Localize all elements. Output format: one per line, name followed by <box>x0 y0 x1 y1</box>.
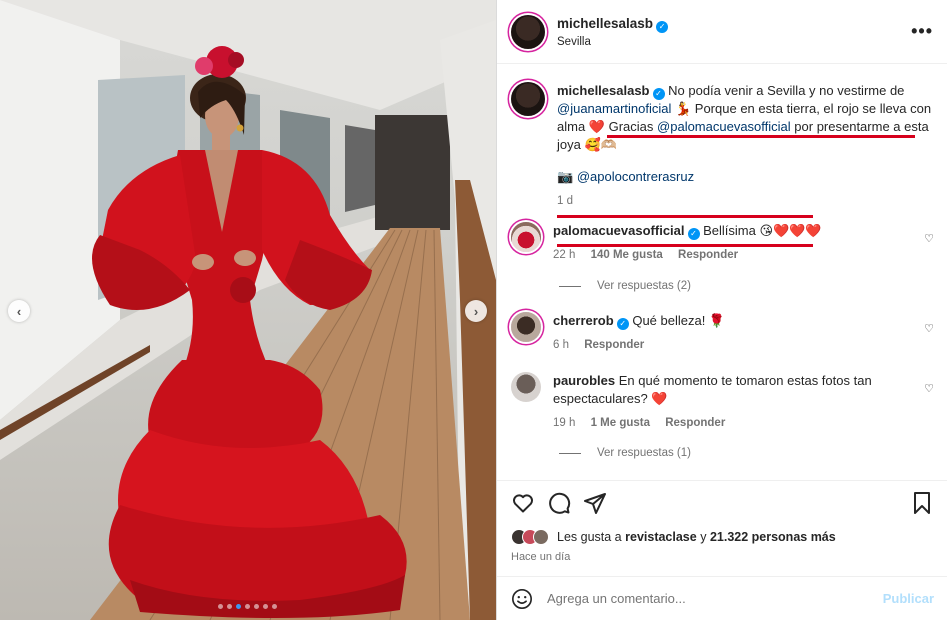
like-comment-icon[interactable]: ♡ <box>924 322 934 335</box>
verified-icon: ✓ <box>652 88 665 100</box>
caption-body: michellesalasb ✓ No podía venir a Sevilla… <box>557 82 934 210</box>
carousel-dot <box>263 604 268 609</box>
likes-summary: Les gusta a revistaclase y 21.322 person… <box>511 529 836 545</box>
verified-icon: ✓ <box>616 318 629 330</box>
author-line: michellesalasb ✓ <box>557 15 911 33</box>
author-avatar[interactable] <box>511 14 545 49</box>
carousel-dot <box>272 604 277 609</box>
likes-prefix: Les gusta a <box>557 530 622 544</box>
verified-icon: ✓ <box>656 21 669 33</box>
reply-button[interactable]: Responder <box>678 249 738 261</box>
post-time[interactable]: Hace un día <box>511 551 570 563</box>
carousel-dot <box>236 604 241 609</box>
comment-composer: Publicar <box>497 576 947 620</box>
caption-avatar[interactable] <box>511 82 545 116</box>
photo-scene <box>0 0 496 620</box>
caption-text-3: Gracias <box>608 119 654 134</box>
carousel-dot <box>227 604 232 609</box>
emoji-icon[interactable] <box>511 588 533 610</box>
comment-meta: 6 h Responder <box>553 336 934 354</box>
mention-apolocontreras[interactable]: @apolocontrerasruz <box>577 169 694 184</box>
caption-time[interactable]: 1 d <box>557 192 934 210</box>
comment-time[interactable]: 22 h <box>553 249 575 261</box>
comment-likes[interactable]: 1 Me gusta <box>591 417 650 429</box>
more-options-icon[interactable]: ••• <box>911 21 933 42</box>
author-info: michellesalasb ✓ Sevilla <box>557 15 911 48</box>
carousel-dot <box>245 604 250 609</box>
comment-body: paurobles En qué momento te tomaron esta… <box>553 372 934 432</box>
commenter-avatar[interactable] <box>511 222 541 252</box>
carousel-dots <box>218 604 277 609</box>
camera-icon: 📷 <box>557 169 574 184</box>
post-photo[interactable]: ‹ › <box>0 0 496 620</box>
comment-item: cherrerob ✓ Qué belleza! 🌹 6 h Responder … <box>511 312 934 354</box>
annotation-underline <box>607 135 915 138</box>
action-icons <box>511 491 934 515</box>
comment-icon[interactable] <box>547 491 571 515</box>
comment-time[interactable]: 6 h <box>553 339 569 351</box>
reply-button[interactable]: Responder <box>584 339 644 351</box>
liker-username[interactable]: revistaclase <box>625 530 697 544</box>
comment-item: paurobles En qué momento te tomaron esta… <box>511 372 934 432</box>
comment-content: cherrerob ✓ Qué belleza! 🌹 <box>553 312 934 330</box>
comment-item: palomacuevasofficial ✓ Bellísima 😘❤️❤️❤️ … <box>511 222 934 264</box>
view-replies-button[interactable]: Ver respuestas (1) <box>559 447 691 459</box>
author-username[interactable]: michellesalasb <box>557 16 653 31</box>
comment-username[interactable]: palomacuevasofficial <box>553 223 685 238</box>
annotation-overline <box>557 215 813 218</box>
mention-juanamartin[interactable]: @juanamartinoficial <box>557 101 671 116</box>
comments-section[interactable]: michellesalasb ✓ No podía venir a Sevilla… <box>497 64 947 480</box>
comment-meta: 19 h 1 Me gusta Responder <box>553 414 934 432</box>
comment-body: palomacuevasofficial ✓ Bellísima 😘❤️❤️❤️ … <box>553 222 934 264</box>
comment-username[interactable]: cherrerob <box>553 313 614 328</box>
mention-palomacuevas[interactable]: @palomacuevasofficial <box>657 119 791 134</box>
commenter-avatar[interactable] <box>511 312 541 342</box>
caption: michellesalasb ✓ No podía venir a Sevilla… <box>511 82 934 210</box>
previous-photo-button[interactable]: ‹ <box>8 300 30 322</box>
verified-icon: ✓ <box>687 228 700 240</box>
like-comment-icon[interactable]: ♡ <box>924 382 934 395</box>
comment-body: cherrerob ✓ Qué belleza! 🌹 6 h Responder <box>553 312 934 354</box>
comment-text: Qué belleza! 🌹 <box>632 313 726 328</box>
share-icon[interactable] <box>583 491 607 515</box>
caption-text: michellesalasb ✓ No podía venir a Sevilla… <box>557 82 934 154</box>
comment-likes[interactable]: 140 Me gusta <box>591 249 663 261</box>
comment-username[interactable]: paurobles <box>553 373 615 388</box>
caption-text-1: No podía venir a Sevilla y no vestirme d… <box>668 83 905 98</box>
post-header: michellesalasb ✓ Sevilla ••• <box>497 0 947 64</box>
like-comment-icon[interactable]: ♡ <box>924 232 934 245</box>
carousel-dot <box>218 604 223 609</box>
annotation-underline <box>557 244 813 247</box>
caption-username[interactable]: michellesalasb <box>557 83 650 98</box>
comment-input[interactable] <box>547 591 883 606</box>
photo-credit: 📷 @apolocontrerasruz <box>557 168 934 186</box>
publish-button[interactable]: Publicar <box>883 591 934 606</box>
view-replies-button[interactable]: Ver respuestas (2) <box>559 280 691 292</box>
likes-count[interactable]: 21.322 personas más <box>710 530 836 544</box>
post-actions: Les gusta a revistaclase y 21.322 person… <box>497 480 947 576</box>
likes-and: y <box>700 530 707 544</box>
bookmark-icon[interactable] <box>910 491 934 515</box>
post-panel: michellesalasb ✓ Sevilla ••• michellesala… <box>496 0 947 620</box>
comment-time[interactable]: 19 h <box>553 417 575 429</box>
commenter-avatar[interactable] <box>511 372 541 402</box>
likers-avatars[interactable] <box>511 529 549 545</box>
comment-content: paurobles En qué momento te tomaron esta… <box>553 372 934 408</box>
comment-content: palomacuevasofficial ✓ Bellísima 😘❤️❤️❤️ <box>553 222 934 240</box>
carousel-dot <box>254 604 259 609</box>
reply-button[interactable]: Responder <box>665 417 725 429</box>
heart-icon[interactable] <box>511 491 535 515</box>
comment-text: Bellísima 😘❤️❤️❤️ <box>703 223 822 238</box>
next-photo-button[interactable]: › <box>465 300 487 322</box>
comment-meta: 22 h 140 Me gusta Responder <box>553 246 934 264</box>
post-location[interactable]: Sevilla <box>557 36 911 48</box>
